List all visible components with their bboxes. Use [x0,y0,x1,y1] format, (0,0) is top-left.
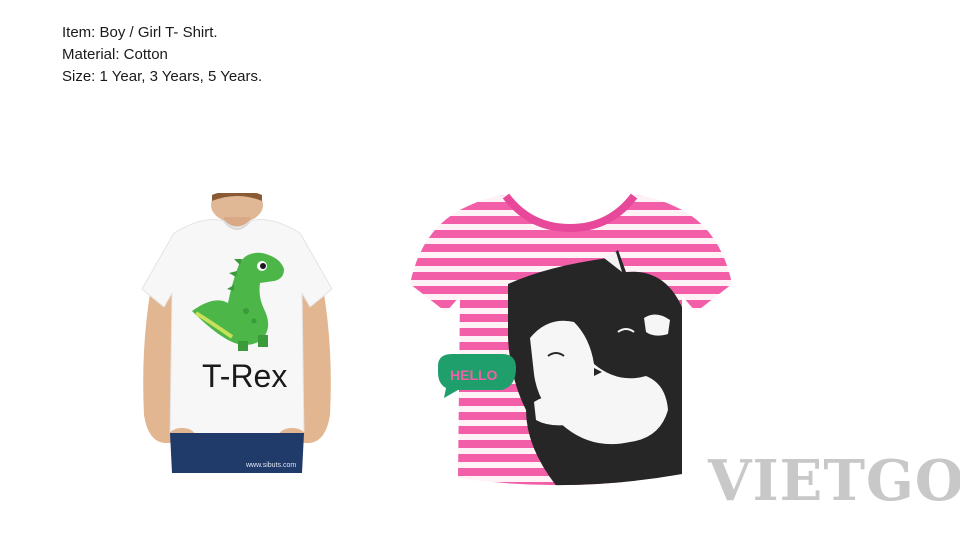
size-line: Size: 1 Year, 3 Years, 5 Years. [62,68,263,85]
vietgo-watermark: VIETGO [708,448,960,514]
photo-credit: www.sibuts.com [245,462,296,469]
item-line: Item: Boy / Girl T- Shirt. [62,24,218,41]
girl-cat-shirt-photo: HELLO [410,193,732,486]
product-info: Item: Boy / Girl T- Shirt. Material: Cot… [62,22,262,88]
hello-text: HELLO [450,367,498,383]
boy-trex-shirt-photo: T-Rex www.sibuts.com [141,193,333,473]
trex-text: T-Rex [202,358,287,394]
material-line: Material: Cotton [62,46,168,63]
